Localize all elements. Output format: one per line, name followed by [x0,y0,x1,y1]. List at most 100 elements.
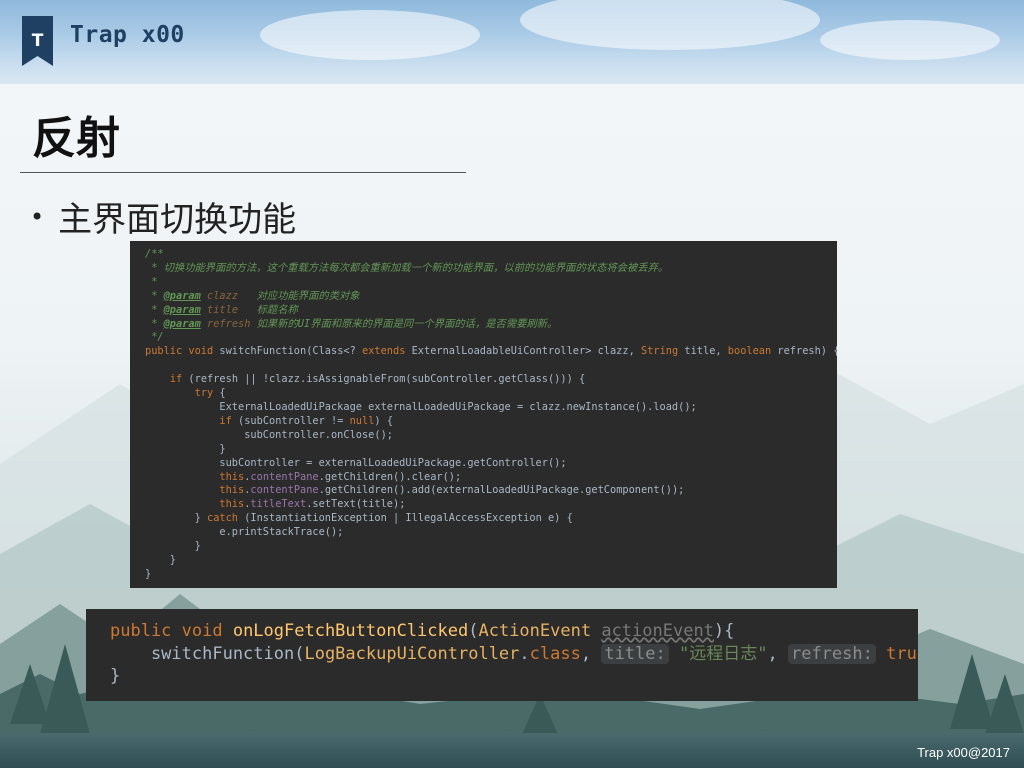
slide-title: 反射 [32,113,120,164]
code-line: * @param refresh 如果新的UI界面和原来的界面是同一个界面的话，… [145,318,837,332]
code-token: * 切换功能界面的方法，这个重载方法每次都会重新加载一个新的功能界面，以前的功能… [145,261,669,274]
code-token: ( [468,621,479,641]
code-token: clazz [207,289,239,302]
code-token: e.printStackTrace(); [145,526,344,539]
code-token: LogBackupUiController [304,643,520,664]
code-line: ExternalLoadedUiPackage externalLoadedUi… [145,401,837,415]
code-token: actionEvent [601,621,714,641]
code-token: } [145,512,207,525]
code-screenshot-switch-function: /** * 切换功能界面的方法，这个重载方法每次都会重新加载一个新的功能界面，以… [130,241,837,588]
code-token: this [219,470,245,483]
code-token: , [767,643,788,664]
bullet-text: 主界面切换功能 [58,200,297,240]
code-token: ){ [713,621,735,641]
code-line: public void switchFunction(Class<? exten… [145,345,837,359]
code-token: 对应功能界面的类对象 [238,289,360,302]
code-token: public void [110,621,233,641]
brand-name: Trap x00 [70,22,185,48]
code-line: switchFunction(LogBackupUiController.cla… [110,643,918,666]
code-token: contentPane [250,470,319,483]
code-line: this.titleText.setText(title); [145,498,837,512]
code-text: /** * 切换功能界面的方法，这个重载方法每次都会重新加载一个新的功能界面，以… [145,248,837,582]
code-token: .getChildren().clear(); [318,470,462,483]
code-line: */ [145,331,837,345]
code-token: } [145,442,226,455]
code-token: this [219,484,245,497]
code-token: subController.onClose(); [145,428,393,441]
code-token: "远程日志" [679,643,768,664]
code-token: try [194,387,220,400]
code-token: refresh [207,317,251,330]
code-token: * [145,275,158,288]
code-token: { [219,387,226,400]
code-line: } [145,443,837,457]
code-token: onLogFetchButtonClicked [232,621,469,641]
code-token: (InstantiationException | IllegalAccessE… [244,512,573,525]
code-line: this.contentPane.getChildren().clear(); [145,471,837,485]
code-token: * [145,289,164,302]
code-line: try { [145,387,837,401]
code-line: this.contentPane.getChildren().add(exter… [145,484,837,498]
code-line: if (refresh || !clazz.isAssignableFrom(s… [145,373,837,387]
code-token: title, [684,345,728,358]
code-token: } [145,540,201,553]
code-line: } catch (InstantiationException | Illega… [145,512,837,526]
code-token: , [580,643,602,664]
code-token: class [529,643,581,664]
cloud-decoration [820,20,1000,60]
code-token: title: [601,643,669,664]
code-token: refresh: [787,643,876,664]
code-token: if [169,373,189,386]
title-divider [20,172,466,173]
code-token: (subController != [238,414,350,427]
cloud-decoration [520,0,820,50]
bullet-item: • 主界面切换功能 [30,192,296,241]
code-token: ActionEvent [478,621,592,641]
code-token: true [886,643,918,664]
code-token: } [145,567,152,580]
code-token: title [207,303,239,316]
code-token: ) { [374,414,394,427]
code-line: public void onLogFetchButtonClicked(Acti… [110,620,918,643]
code-token: null [349,414,375,427]
code-token: */ [145,331,164,344]
code-token: * [145,317,164,330]
code-token: .getChildren().add(externalLoadedUiPacka… [318,484,685,497]
code-line: e.printStackTrace(); [145,526,837,540]
code-line: subController = externalLoadedUiPackage.… [145,457,837,471]
code-line: if (subController != null) { [145,415,837,429]
code-token: boolean [727,345,778,358]
code-token: subController = externalLoadedUiPackage.… [145,456,567,469]
code-text: public void onLogFetchButtonClicked(Acti… [110,620,918,688]
code-line: subController.onClose(); [145,429,837,443]
code-token: titleText [250,498,307,511]
logo-letter: T [32,31,44,51]
code-screenshot-log-fetch: public void onLogFetchButtonClicked(Acti… [86,609,918,701]
code-token: 如果新的UI界面和原来的界面是同一个界面的话，是否需要刷新。 [250,317,558,330]
code-line: /** [145,248,837,262]
code-line: * @param clazz 对应功能界面的类对象 [145,290,837,304]
code-line: * @param title 标题名称 [145,304,837,318]
code-token: . [519,643,530,664]
code-token: switchFunction( [110,643,305,664]
code-line: } [145,568,837,582]
header-banner: T Trap x00 [0,0,1024,84]
code-token: this [219,498,245,511]
cloud-decoration [260,10,480,60]
footer-copyright: Trap x00@2017 [917,745,1010,760]
code-line: } [110,665,918,688]
code-token: * [145,303,164,316]
code-token: (refresh || !clazz.isAssignableFrom(subC… [188,373,586,386]
code-token: ExternalLoadedUiPackage externalLoadedUi… [145,400,697,413]
code-line: } [145,540,837,554]
code-token: @param [163,317,201,330]
code-token: if [219,414,239,427]
code-token: extends [362,345,412,358]
code-token: contentPane [250,484,319,497]
